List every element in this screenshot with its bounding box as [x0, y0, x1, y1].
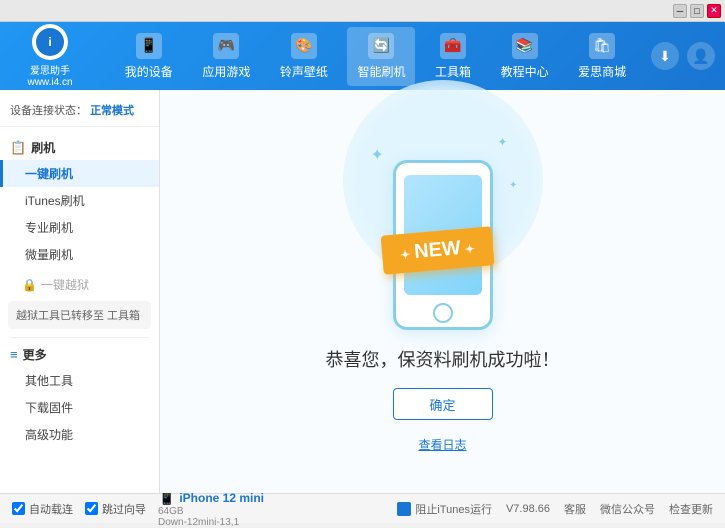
nav-toolbox[interactable]: 🧰 工具箱 [425, 27, 481, 86]
nav-apps-label: 应用游戏 [202, 63, 250, 80]
shop-icon: 🛍 [589, 33, 615, 59]
sidebar-item-advanced[interactable]: 高级功能 [0, 421, 159, 448]
nav-my-device-label: 我的设备 [125, 63, 173, 80]
sparkle-3: ✦ [509, 180, 517, 191]
sparkle-2: ✦ [497, 135, 507, 149]
auto-start-checkbox[interactable] [12, 502, 25, 515]
sidebar-item-itunes-flash[interactable]: iTunes刷机 [0, 187, 159, 214]
auto-start-label: 自动载连 [29, 501, 73, 517]
sidebar-item-download-firmware[interactable]: 下载固件 [0, 394, 159, 421]
nav-wallpaper-label: 铃声壁纸 [280, 63, 328, 80]
sidebar-info-box: 越狱工具已转移至 工具箱 [8, 301, 151, 329]
support-link[interactable]: 客服 [564, 501, 586, 517]
lock-icon: 🔒 [22, 278, 37, 292]
nav-wallpaper[interactable]: 🎨 铃声壁纸 [270, 27, 338, 86]
nav-tutorials[interactable]: 📚 教程中心 [491, 27, 559, 86]
header: i 爱思助手 www.i4.cn 📱 我的设备 🎮 应用游戏 🎨 铃声壁纸 🔄 … [0, 22, 725, 90]
device-storage: 64GB [158, 506, 264, 517]
flash-section-icon: 📋 [10, 140, 26, 156]
main-area: 设备连接状态： 正常模式 📋 刷机 一键刷机 iTunes刷机 专业刷机 微量刷… [0, 90, 725, 493]
wechat-link[interactable]: 微信公众号 [600, 501, 655, 517]
status-value: 正常模式 [90, 105, 134, 117]
phone-illustration: ✦ ✦ ✦ NEW [363, 130, 523, 330]
user-button[interactable]: 👤 [687, 42, 715, 70]
success-title: 恭喜您，保资料刷机成功啦！ [326, 346, 560, 372]
sidebar-locked-jailbreak: 🔒 一键越狱 [0, 272, 159, 297]
bottom-right: 阻止iTunes运行 V7.98.66 客服 微信公众号 检查更新 [397, 501, 713, 517]
maximize-button[interactable]: □ [690, 4, 704, 18]
bottom-bar: 自动载连 跳过向导 📱 iPhone 12 mini 64GB Down-12m… [0, 493, 725, 523]
nav-my-device[interactable]: 📱 我的设备 [115, 27, 183, 86]
my-device-icon: 📱 [136, 33, 162, 59]
flash-section: 📋 刷机 一键刷机 iTunes刷机 专业刷机 微量刷机 [0, 131, 159, 272]
logo-text: 爱思助手 [30, 62, 70, 77]
nav-items: 📱 我的设备 🎮 应用游戏 🎨 铃声壁纸 🔄 智能刷机 🧰 工具箱 📚 教程中心… [110, 27, 641, 86]
stop-itunes-label: 阻止iTunes运行 [415, 501, 492, 517]
content-area: ✦ ✦ ✦ NEW 恭喜您，保资料刷机成功啦！ 确定 查看日志 [160, 90, 725, 493]
status-bar: 设备连接状态： 正常模式 [0, 98, 159, 127]
sidebar-item-other-tools[interactable]: 其他工具 [0, 367, 159, 394]
check-update-link[interactable]: 检查更新 [669, 501, 713, 517]
stop-itunes-icon [397, 502, 411, 516]
stop-itunes-button[interactable]: 阻止iTunes运行 [397, 501, 492, 517]
nav-shop[interactable]: 🛍 爱思商城 [568, 27, 636, 86]
auto-start-checkbox-label[interactable]: 自动载连 [12, 501, 73, 517]
wizard-checkbox-label[interactable]: 跳过向导 [85, 501, 146, 517]
nav-shop-label: 爱思商城 [578, 63, 626, 80]
device-name: iPhone 12 mini [179, 491, 264, 505]
nav-toolbox-label: 工具箱 [435, 63, 471, 80]
more-section-title: 更多 [23, 346, 47, 363]
nav-smart-flash[interactable]: 🔄 智能刷机 [347, 27, 415, 86]
version-label: V7.98.66 [506, 503, 550, 515]
header-right: ⬇ 👤 [651, 42, 715, 70]
title-bar: ─ □ ✕ [0, 0, 725, 22]
logo-area: i 爱思助手 www.i4.cn [10, 24, 90, 88]
toolbox-icon: 🧰 [440, 33, 466, 59]
confirm-button[interactable]: 确定 [393, 388, 493, 420]
sidebar: 设备连接状态： 正常模式 📋 刷机 一键刷机 iTunes刷机 专业刷机 微量刷… [0, 90, 160, 493]
more-section-header: ≡ 更多 [0, 342, 159, 367]
sparkle-1: ✦ [371, 145, 384, 165]
sidebar-item-wipe-flash[interactable]: 微量刷机 [0, 241, 159, 268]
locked-label: 一键越狱 [41, 276, 89, 293]
more-icon: ≡ [10, 347, 18, 362]
tutorials-icon: 📚 [512, 33, 538, 59]
nav-smart-flash-label: 智能刷机 [357, 63, 405, 80]
phone-home-button [433, 303, 453, 323]
logo-inner: i [36, 28, 64, 56]
flash-section-title: 刷机 [31, 139, 55, 156]
download-button[interactable]: ⬇ [651, 42, 679, 70]
info-box-text: 越狱工具已转移至 工具箱 [16, 310, 140, 322]
minimize-button[interactable]: ─ [673, 4, 687, 18]
close-button[interactable]: ✕ [707, 4, 721, 18]
apps-icon: 🎮 [213, 33, 239, 59]
sidebar-item-one-click-flash[interactable]: 一键刷机 [0, 160, 159, 187]
flash-section-header: 📋 刷机 [0, 135, 159, 160]
sidebar-divider [10, 337, 149, 338]
nav-apps[interactable]: 🎮 应用游戏 [192, 27, 260, 86]
logo-circle: i [32, 24, 68, 60]
status-label: 设备连接状态： [10, 105, 87, 117]
window-controls: ─ □ ✕ [673, 4, 721, 18]
wizard-label: 跳过向导 [102, 501, 146, 517]
device-info: 📱 iPhone 12 mini 64GB Down-12mini-13,1 [158, 489, 264, 528]
sidebar-item-pro-flash[interactable]: 专业刷机 [0, 214, 159, 241]
nav-tutorials-label: 教程中心 [501, 63, 549, 80]
daily-link[interactable]: 查看日志 [418, 436, 466, 453]
smart-flash-icon: 🔄 [368, 33, 394, 59]
logo-url: www.i4.cn [27, 77, 72, 88]
wizard-checkbox[interactable] [85, 502, 98, 515]
bottom-left: 自动载连 跳过向导 📱 iPhone 12 mini 64GB Down-12m… [12, 489, 264, 528]
wallpaper-icon: 🎨 [291, 33, 317, 59]
